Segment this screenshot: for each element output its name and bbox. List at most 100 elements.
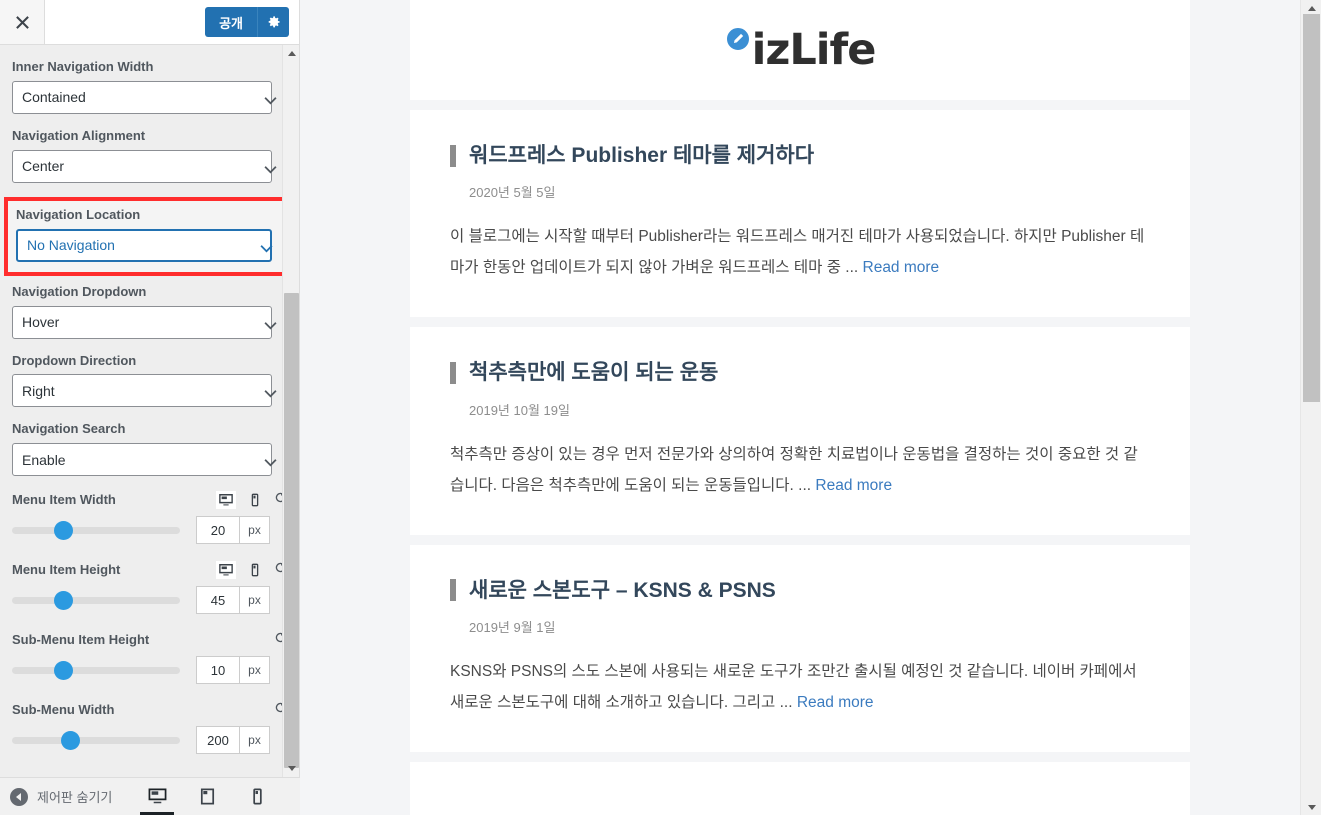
slider-header: Menu Item Width: [12, 490, 287, 510]
responsive-device-toggles: [216, 561, 287, 580]
control-menu-item-width: Menu Item Width 20 px: [12, 490, 287, 545]
control-label: Menu Item Height: [12, 561, 121, 577]
slider-header: Sub-Menu Width: [12, 700, 287, 720]
sub-menu-width-value[interactable]: 200: [196, 726, 240, 755]
menu-item-height-slider[interactable]: [12, 590, 180, 610]
chevron-left-icon: [10, 787, 28, 806]
unit-label: px: [240, 656, 270, 685]
scroll-up-arrow-icon[interactable]: [283, 45, 300, 62]
control-label: Sub-Menu Item Height: [12, 631, 150, 647]
slider-header: Sub-Menu Item Height: [12, 630, 287, 650]
collapse-sidebar-label: 제어판 숨기기: [37, 790, 113, 805]
preview-scrollbar[interactable]: [1300, 0, 1321, 815]
tablet-icon: [200, 788, 214, 805]
publish-group: 공개: [205, 7, 289, 37]
customizer-sidebar: 공개 Inner Navigation Width Contained Navi…: [0, 0, 300, 815]
scroll-down-arrow-icon[interactable]: [1301, 799, 1321, 815]
post-date: 2019년 10월 19일: [469, 402, 570, 418]
scroll-down-arrow-icon[interactable]: [283, 760, 300, 777]
slider-header: Menu Item Height: [12, 560, 287, 580]
preview-desktop-button[interactable]: [140, 778, 175, 815]
mobile-icon[interactable]: [245, 491, 265, 509]
post-excerpt: KSNS와 PSNS의 스도 스본에 사용되는 새로운 도구가 조만간 출시될 …: [450, 662, 1137, 711]
site-frame: izLife 워드프레스 Publisher 테마를 제거하다 2020년 5월…: [300, 0, 1300, 815]
preview-tablet-button[interactable]: [194, 778, 220, 815]
navigation-location-select[interactable]: No Navigation: [16, 228, 272, 262]
slider-row: 200 px: [12, 726, 287, 755]
navigation-alignment-select[interactable]: Center: [12, 149, 272, 183]
title-accent-bar: [450, 361, 456, 384]
menu-item-width-value[interactable]: 20: [196, 516, 240, 545]
select-wrap: Right: [12, 374, 287, 408]
post-card: 새로운 스본도구 – KSNS & PSNS 2019년 9월 1일 KSNS와…: [410, 544, 1190, 752]
post-title: 워드프레스 Publisher 테마를 제거하다: [469, 144, 815, 167]
controls-scroll-region[interactable]: Inner Navigation Width Contained Navigat…: [0, 45, 299, 777]
site-title: izLife: [751, 25, 877, 75]
read-more-link[interactable]: Read more: [797, 694, 874, 711]
slider-thumb[interactable]: [60, 730, 80, 750]
select-wrap: Enable: [12, 443, 287, 477]
post-excerpt-wrap: KSNS와 PSNS의 스도 스본에 사용되는 새로운 도구가 조만간 출시될 …: [450, 656, 1150, 718]
post-title-wrap[interactable]: 워드프레스 Publisher 테마를 제거하다: [450, 142, 1150, 169]
unit-label: px: [240, 586, 270, 615]
control-label: Inner Navigation Width: [12, 59, 154, 74]
responsive-device-toggles: [216, 491, 287, 510]
slider-row: 10 px: [12, 656, 287, 685]
post-excerpt: 척추측만 증상이 있는 경우 먼저 전문가와 상의하여 정확한 치료법이나 운동…: [450, 445, 1138, 494]
site-header: izLife: [410, 0, 1190, 100]
post-title-wrap[interactable]: 새로운 스본도구 – KSNS & PSNS: [450, 577, 1150, 604]
customizer-app: 공개 Inner Navigation Width Contained Navi…: [0, 0, 1321, 815]
sidebar-scrollbar-thumb[interactable]: [284, 293, 299, 768]
control-menu-item-height: Menu Item Height 45 px: [12, 560, 287, 615]
post-excerpt-wrap: 척추측만 증상이 있는 경우 먼저 전문가와 상의하여 정확한 치료법이나 운동…: [450, 439, 1150, 501]
title-accent-bar: [450, 579, 456, 602]
control-label: Navigation Location: [16, 206, 141, 222]
pencil-icon: [724, 26, 751, 52]
slider-thumb[interactable]: [54, 660, 73, 680]
sub-menu-width-slider[interactable]: [12, 730, 180, 750]
collapse-sidebar-button[interactable]: 제어판 숨기기: [10, 787, 112, 806]
post-title: 척추측만에 도움이 되는 운동: [469, 361, 719, 385]
publish-settings-button[interactable]: [257, 7, 289, 37]
gear-icon: [268, 16, 280, 28]
control-sub-menu-width: Sub-Menu Width 200 px: [12, 700, 287, 755]
desktop-icon[interactable]: [216, 491, 236, 510]
post-title-wrap[interactable]: 척추측만에 도움이 되는 운동: [450, 359, 1150, 386]
control-sub-menu-item-height: Sub-Menu Item Height 10 px: [12, 630, 287, 685]
control-navigation-alignment: Navigation Alignment Center: [12, 128, 287, 183]
inner-navigation-width-select[interactable]: Contained: [12, 80, 272, 114]
desktop-icon: [148, 788, 167, 804]
control-label: Navigation Search: [12, 421, 126, 437]
menu-item-width-slider[interactable]: [12, 520, 180, 540]
control-inner-navigation-width: Inner Navigation Width Contained: [12, 59, 287, 114]
close-customizer-button[interactable]: [0, 0, 45, 44]
control-navigation-dropdown: Navigation Dropdown Hover: [12, 284, 287, 339]
preview-mobile-button[interactable]: [244, 778, 270, 815]
dropdown-direction-select[interactable]: Right: [12, 374, 272, 408]
customizer-header: 공개: [0, 0, 299, 45]
preview-scrollbar-thumb[interactable]: [1303, 14, 1320, 402]
control-label: Dropdown Direction: [12, 352, 137, 368]
unit-label: px: [240, 516, 270, 545]
post-date: 2019년 9월 1일: [469, 619, 556, 635]
navigation-search-select[interactable]: Enable: [12, 443, 272, 477]
site-logo[interactable]: izLife: [724, 25, 877, 75]
device-preview-switcher: [140, 778, 270, 815]
sidebar-scrollbar[interactable]: [282, 45, 299, 777]
read-more-link[interactable]: Read more: [863, 259, 940, 276]
sub-menu-item-height-value[interactable]: 10: [196, 656, 240, 685]
slider-thumb[interactable]: [54, 520, 73, 540]
control-navigation-search: Navigation Search Enable: [12, 421, 287, 477]
slider-thumb[interactable]: [54, 590, 73, 610]
post-card: 워드프레스 Publisher 테마를 제거하다 2020년 5월 5일 이 블…: [410, 110, 1190, 318]
navigation-dropdown-select[interactable]: Hover: [12, 305, 272, 339]
sub-menu-item-height-slider[interactable]: [12, 660, 180, 680]
mobile-icon[interactable]: [245, 561, 265, 579]
controls-list: Inner Navigation Width Contained Navigat…: [0, 45, 299, 777]
control-navigation-location-highlighted: Navigation Location No Navigation: [4, 196, 295, 276]
desktop-icon[interactable]: [216, 561, 236, 580]
menu-item-height-value[interactable]: 45: [196, 586, 240, 615]
publish-button[interactable]: 공개: [205, 7, 257, 37]
read-more-link[interactable]: Read more: [815, 477, 892, 494]
select-wrap: Contained: [12, 80, 287, 114]
